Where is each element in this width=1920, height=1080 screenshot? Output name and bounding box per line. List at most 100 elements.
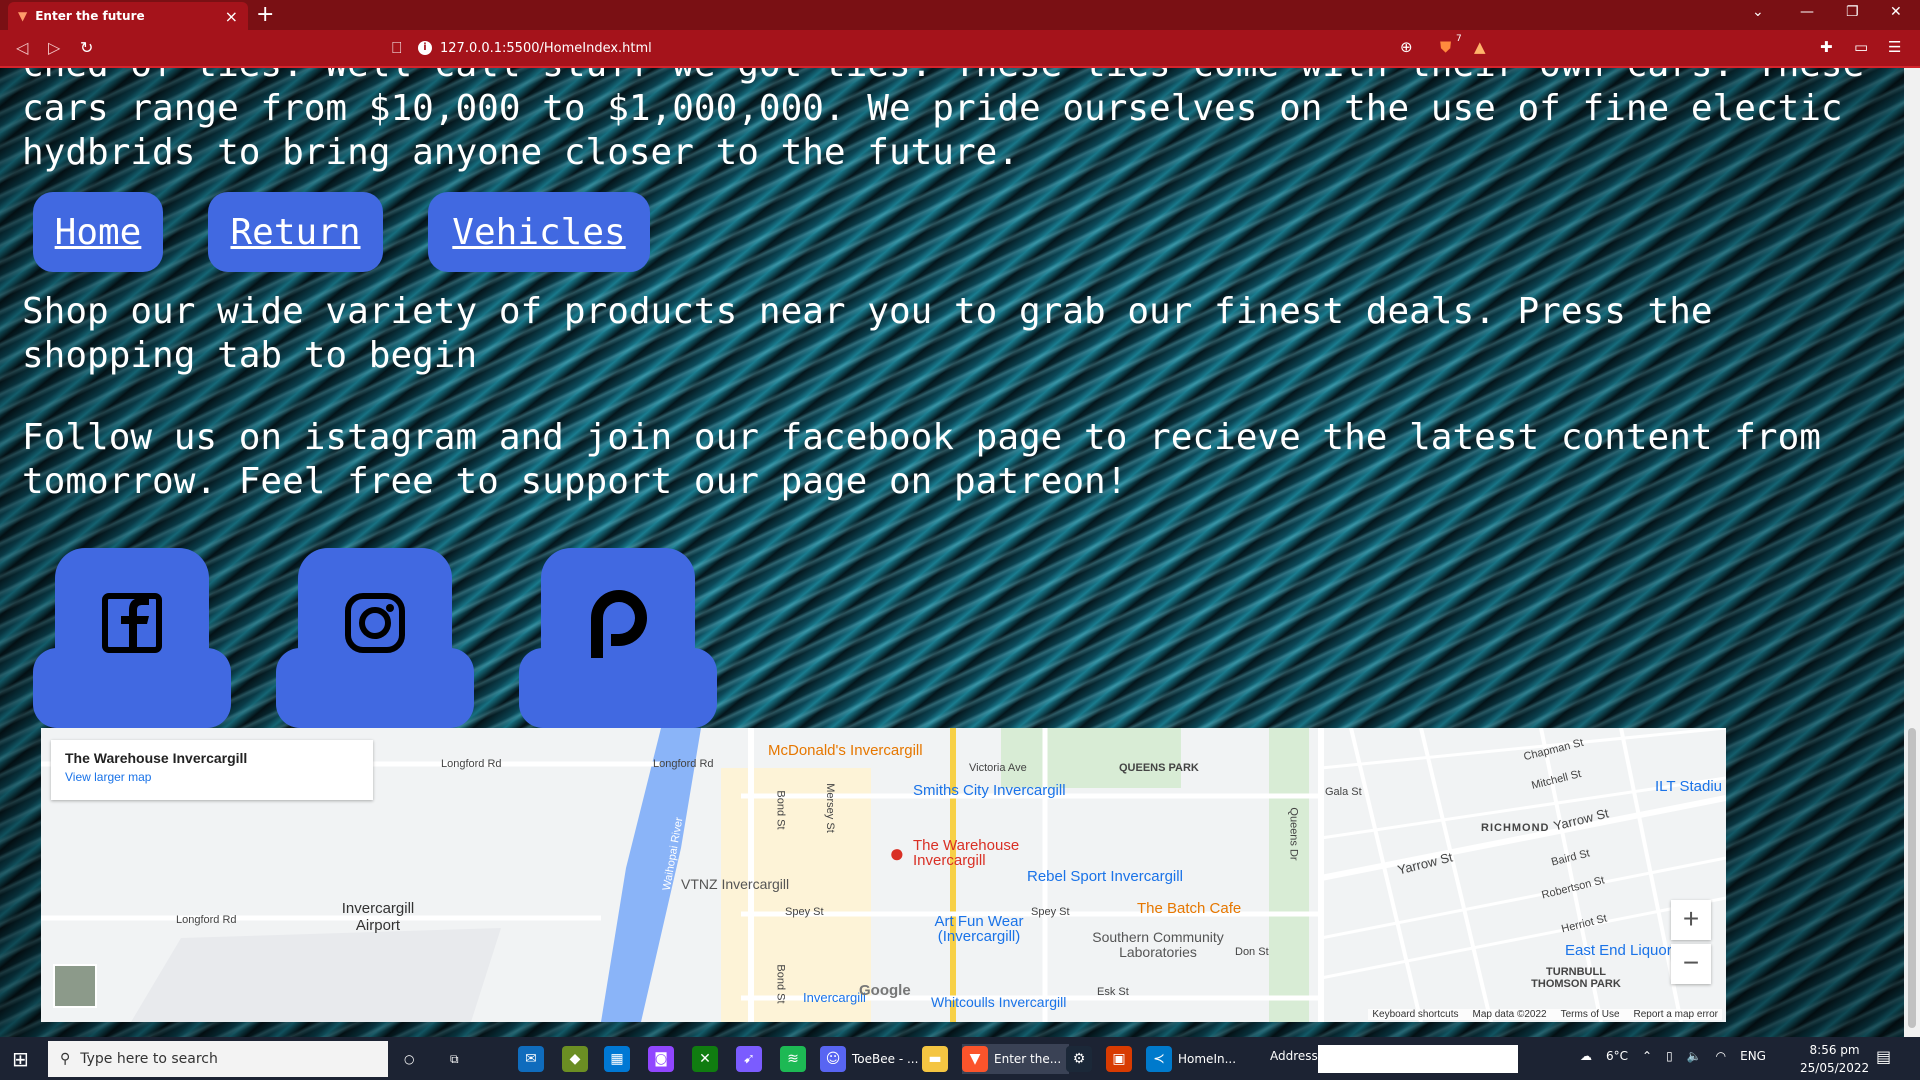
shields-count-badge: 7 <box>1456 34 1462 44</box>
facebook-button[interactable] <box>33 548 231 728</box>
clock[interactable]: 8:56 pm 25/05/2022 <box>1800 1041 1869 1077</box>
map-label: RICHMOND <box>1481 822 1550 834</box>
tab-search-chevron-icon[interactable]: ⌄ <box>1752 4 1764 20</box>
store-app[interactable]: ▦ <box>604 1044 636 1074</box>
tray-chevron-icon[interactable]: ⌃ <box>1642 1049 1652 1063</box>
embedded-map[interactable]: The Warehouse Invercargill View larger m… <box>41 728 1726 1022</box>
map-label: Esk St <box>1097 986 1129 998</box>
messenger-app[interactable]: ➹ <box>736 1044 768 1074</box>
report-error-link[interactable]: Report a map error <box>1634 1009 1718 1020</box>
map-poi[interactable]: Smiths City Invercargill <box>913 782 1066 799</box>
keyboard-shortcuts-link[interactable]: Keyboard shortcuts <box>1372 1009 1458 1020</box>
maximize-icon[interactable]: ❐ <box>1846 4 1859 20</box>
explorer-app[interactable]: ▬ <box>922 1044 954 1074</box>
map-poi[interactable]: Southern Community Laboratories <box>1089 930 1227 960</box>
page-viewport: ched of ties. Well call stuff we got tie… <box>0 68 1904 1037</box>
wallet-icon[interactable]: ▭ <box>1854 38 1868 56</box>
site-info-icon[interactable]: i <box>418 41 432 55</box>
map-label: Longford Rd <box>441 758 502 770</box>
address-bar[interactable]: i 127.0.0.1:5500/HomeIndex.html <box>418 34 1488 62</box>
map-pin-icon[interactable]: ● <box>889 838 905 869</box>
discord-app[interactable]: ☺ ToeBee - ... <box>820 1044 918 1074</box>
spotify-icon: ≋ <box>780 1046 806 1072</box>
map-label: Gala St <box>1325 786 1362 798</box>
office-app[interactable]: ▣ <box>1106 1044 1138 1074</box>
steam-app[interactable]: ⚙ <box>1066 1044 1098 1074</box>
language-indicator[interactable]: ENG <box>1740 1049 1766 1063</box>
instagram-button-base <box>276 648 474 728</box>
cortana-icon[interactable]: ○ <box>404 1044 414 1074</box>
browser-tab-active[interactable]: ▼ Enter the future × <box>8 2 248 30</box>
new-tab-button[interactable]: + <box>256 2 274 27</box>
map-place-title: The Warehouse Invercargill <box>65 750 248 766</box>
mail-app[interactable]: ✉ <box>518 1044 550 1074</box>
scrollbar-thumb[interactable] <box>1908 728 1916 1028</box>
map-place-card: The Warehouse Invercargill View larger m… <box>51 740 373 800</box>
brave-rewards-icon[interactable]: ▲ <box>1474 38 1486 56</box>
map-poi[interactable]: The Warehouse Invercargill <box>913 838 1033 868</box>
system-tray: ☁ 6°C ⌃ ▯ 🔈 ◠ ENG <box>1580 1049 1766 1063</box>
zoom-out-button[interactable]: − <box>1671 944 1711 984</box>
menu-icon[interactable]: ☰ <box>1888 38 1901 56</box>
brave-window-label: Enter the... <box>994 1052 1062 1066</box>
messenger-icon: ➹ <box>736 1046 762 1072</box>
map-poi[interactable]: McDonald's Invercargill <box>768 742 923 759</box>
forward-icon[interactable]: ▷ <box>48 38 60 57</box>
xbox-icon: ✕ <box>692 1046 718 1072</box>
map-poi[interactable]: VTNZ Invercargill <box>681 876 789 892</box>
notification-icon[interactable]: ▤ <box>1876 1047 1891 1066</box>
instagram-button[interactable] <box>276 548 474 728</box>
map-poi[interactable]: ILT Stadiu <box>1655 778 1722 795</box>
map-poi[interactable]: Art Fun Wear (Invercargill) <box>927 914 1031 944</box>
task-view-icon[interactable]: ⧉ <box>450 1044 459 1074</box>
xbox-app[interactable]: ✕ <box>692 1044 724 1074</box>
reload-icon[interactable]: ↻ <box>80 38 93 57</box>
close-window-icon[interactable]: ✕ <box>1890 4 1902 20</box>
bookmark-icon[interactable]: ⎕ <box>392 38 402 58</box>
map-label: TURNBULL THOMSON PARK <box>1531 966 1621 990</box>
map-poi[interactable]: Whitcoulls Invercargill <box>931 994 1066 1010</box>
minimize-icon[interactable]: — <box>1800 4 1814 20</box>
map-label: Queens Dr <box>1287 807 1300 861</box>
patreon-button[interactable] <box>519 548 717 728</box>
address-toolbar-label: Address <box>1270 1049 1318 1063</box>
map-data-text: Map data ©2022 <box>1472 1009 1547 1020</box>
google-logo: Google <box>859 982 911 999</box>
address-toolbar-input[interactable] <box>1318 1045 1518 1073</box>
map-label: Spey St <box>1031 906 1070 918</box>
home-button[interactable]: Home <box>33 192 163 272</box>
windows-start-icon[interactable]: ⊞ <box>12 1047 29 1071</box>
vscode-app[interactable]: ≺ HomeIn... <box>1146 1044 1236 1074</box>
return-button[interactable]: Return <box>208 192 383 272</box>
brave-app[interactable]: ▼ Enter the... <box>962 1044 1070 1074</box>
view-larger-map-link[interactable]: View larger map <box>65 770 359 784</box>
discord-icon: ☺ <box>820 1046 846 1072</box>
map-label: Longford Rd <box>176 914 237 926</box>
taskbar-search[interactable]: ⚲ Type here to search <box>48 1041 388 1077</box>
map-poi[interactable]: East End Liquor <box>1565 942 1672 959</box>
steam-icon: ⚙ <box>1066 1046 1092 1072</box>
map-layer-toggle[interactable] <box>53 964 97 1008</box>
zoom-in-button[interactable]: + <box>1671 900 1711 940</box>
vehicles-button[interactable]: Vehicles <box>428 192 650 272</box>
weather-temp[interactable]: 6°C <box>1606 1049 1628 1063</box>
zoom-icon[interactable]: ⊕ <box>1400 38 1413 56</box>
weather-icon[interactable]: ☁ <box>1580 1049 1592 1063</box>
extensions-icon[interactable]: ✚ <box>1820 38 1833 56</box>
map-poi[interactable]: Rebel Sport Invercargill <box>1027 868 1183 885</box>
twitch-app[interactable]: ◙ <box>648 1044 680 1074</box>
spotify-app[interactable]: ≋ <box>780 1044 812 1074</box>
map-poi[interactable]: The Batch Cafe <box>1137 900 1241 917</box>
volume-icon[interactable]: 🔈 <box>1687 1049 1702 1063</box>
terms-link[interactable]: Terms of Use <box>1561 1009 1620 1020</box>
back-icon[interactable]: ◁ <box>16 38 28 57</box>
wifi-icon[interactable]: ◠ <box>1716 1049 1726 1063</box>
git-icon: ◆ <box>562 1046 588 1072</box>
brave-shields-icon[interactable]: ⛊ <box>1440 38 1451 56</box>
url-text: 127.0.0.1:5500/HomeIndex.html <box>440 40 652 56</box>
twitch-icon: ◙ <box>648 1046 674 1072</box>
tab-close-icon[interactable]: × <box>225 7 238 26</box>
git-app[interactable]: ◆ <box>562 1044 594 1074</box>
page-scrollbar[interactable] <box>1904 68 1920 1037</box>
battery-icon[interactable]: ▯ <box>1666 1049 1673 1063</box>
